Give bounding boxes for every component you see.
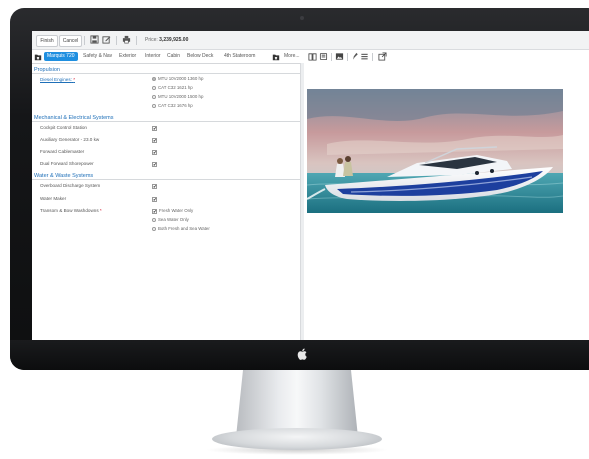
option-label: Fresh Water Only — [159, 208, 194, 213]
section-propulsion: Propulsion — [32, 66, 300, 74]
radio-button[interactable] — [152, 227, 156, 231]
checkbox-overboard-discharge[interactable]: ✔ — [152, 184, 157, 189]
print-icon[interactable] — [122, 35, 131, 44]
yacht-preview-image — [307, 89, 563, 213]
radio-button[interactable] — [152, 104, 156, 108]
toolbar-separator — [347, 53, 348, 61]
tab-marquis-720[interactable]: Marquis 720 — [44, 52, 78, 61]
book-icon[interactable] — [308, 52, 317, 61]
paint-icon[interactable] — [351, 52, 360, 61]
apple-logo-icon — [297, 347, 309, 361]
field-label-dual-forward-shorepower: Dual Forward Shorepower — [40, 161, 94, 166]
required-mark: * — [99, 208, 102, 213]
option-sea-water-only[interactable]: Sea Water Only — [152, 217, 189, 223]
camera-dot — [300, 16, 304, 20]
more-tabs-link[interactable]: More... — [284, 52, 300, 61]
tab-cabin[interactable]: Cabin — [167, 52, 180, 61]
radio-label: MTU 10V2000 1500 hp — [158, 94, 204, 99]
section-mechanical-electrical: Mechanical & Electrical Systems — [32, 114, 300, 122]
radio-button[interactable] — [152, 86, 156, 90]
washdowns-label: Transom & Bow Washdowns — [40, 208, 99, 213]
radio-label: MTU 10V2000 1360 hp — [158, 76, 204, 81]
tab-below-deck[interactable]: Below Deck — [187, 52, 213, 61]
toolbar-separator — [116, 36, 117, 45]
folder-icon[interactable] — [272, 53, 280, 61]
toolbar-separator — [372, 53, 373, 61]
image-icon[interactable] — [335, 52, 344, 61]
tab-interior[interactable]: Interior — [145, 52, 161, 61]
toolbar-separator — [136, 36, 137, 45]
option-label: Both Fresh and Sea Water — [158, 226, 210, 231]
price-display: Price: 3,239,925.00 — [145, 37, 188, 43]
radio-option-engine-3[interactable]: MTU 10V2000 1500 hp — [152, 94, 203, 100]
monitor-stand — [236, 367, 358, 437]
cancel-button[interactable]: Cancel — [59, 35, 82, 47]
radio-button[interactable] — [152, 218, 156, 222]
field-label-cockpit-control: Cockpit Control Station — [40, 125, 87, 130]
tab-exterior[interactable]: Exterior — [119, 52, 136, 61]
copy-icon[interactable] — [319, 52, 328, 61]
section-water-waste: Water & Waste Systems — [32, 172, 300, 180]
finish-button[interactable]: Finish — [36, 35, 58, 47]
price-label: Price: — [145, 37, 158, 43]
layers-icon[interactable] — [360, 52, 369, 61]
checkbox-fresh-water-only[interactable]: ✔ — [152, 208, 157, 214]
checkbox-auxiliary-generator[interactable]: ✔ — [152, 138, 157, 143]
field-label-diesel-engines[interactable]: Diesel Engines: * — [40, 77, 75, 83]
option-label: Sea Water Only — [158, 217, 189, 222]
checkbox-forward-cablemaster[interactable]: ✔ — [152, 150, 157, 155]
save-icon[interactable] — [90, 35, 99, 44]
checkbox-cockpit-control[interactable]: ✔ — [152, 126, 157, 131]
checkbox-water-maker[interactable]: ✔ — [152, 197, 157, 202]
toolbar-separator — [331, 53, 332, 61]
folder-icon[interactable] — [34, 53, 42, 61]
monitor-base — [212, 428, 382, 450]
radio-option-engine-1[interactable]: MTU 10V2000 1360 hp — [152, 76, 203, 82]
diesel-engines-label: Diesel Engines: — [40, 77, 72, 82]
field-label-water-maker: Water Maker — [40, 196, 67, 201]
tab-4th-stateroom[interactable]: 4th Stateroom — [224, 52, 255, 61]
radio-button[interactable] — [152, 77, 156, 81]
external-link-icon[interactable] — [378, 52, 387, 61]
radio-label: CAT C32 1621 hp — [158, 85, 193, 90]
checkbox-dual-forward-shorepower[interactable]: ✔ — [152, 162, 157, 167]
field-label-auxiliary-generator: Auxiliary Generator - 23.0 kw — [40, 137, 100, 142]
option-fresh-water-only[interactable]: ✔ Fresh Water Only — [152, 208, 193, 214]
radio-button[interactable] — [152, 95, 156, 99]
radio-label: CAT C32 1676 hp — [158, 103, 193, 108]
radio-option-engine-2[interactable]: CAT C32 1621 hp — [152, 85, 193, 91]
required-mark: * — [73, 77, 75, 82]
toolbar-separator — [84, 36, 85, 45]
radio-option-engine-4[interactable]: CAT C32 1676 hp — [152, 103, 193, 109]
pane-divider[interactable] — [300, 63, 304, 340]
screen: Finish Cancel Price: 3,239,925.00 Marqui… — [32, 31, 589, 340]
tab-safety-nav[interactable]: Safety & Nav — [83, 52, 112, 61]
edit-icon[interactable] — [102, 35, 111, 44]
option-both-fresh-sea[interactable]: Both Fresh and Sea Water — [152, 226, 210, 232]
field-label-overboard-discharge: Overboard Discharge System — [40, 183, 101, 188]
price-value: 3,239,925.00 — [159, 37, 189, 43]
field-label-forward-cablemaster: Forward Cablemaster — [40, 149, 85, 154]
field-label-washdowns: Transom & Bow Washdowns * — [40, 208, 102, 214]
